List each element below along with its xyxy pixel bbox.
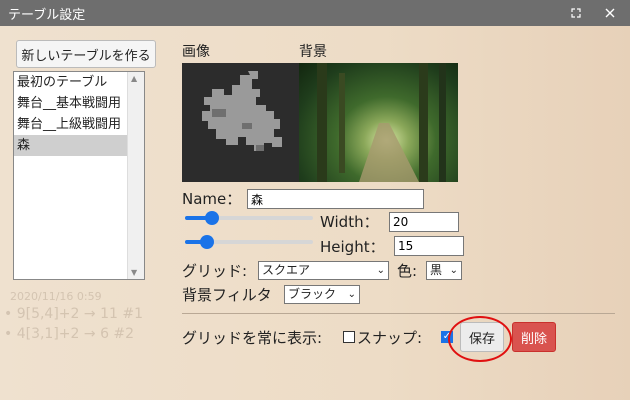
table-image-preview[interactable]	[182, 63, 299, 182]
width-slider[interactable]	[185, 211, 313, 225]
section-divider	[182, 313, 615, 314]
color-label: 色:	[397, 262, 418, 280]
width-input[interactable]	[389, 212, 459, 232]
height-input[interactable]	[394, 236, 464, 256]
close-icon[interactable]	[600, 3, 620, 23]
chevron-down-icon: ⌄	[347, 289, 356, 300]
image-label: 画像	[182, 44, 210, 60]
table-list-item[interactable]: 最初のテーブル	[14, 72, 144, 93]
bg-filter-label: 背景フィルタ	[182, 286, 272, 304]
window-title: テーブル設定	[8, 7, 86, 23]
log-line-2: • 4[3,1]+2 → 6 #2	[4, 326, 135, 342]
name-label: Name：	[182, 190, 242, 208]
chevron-down-icon: ⌄	[449, 265, 458, 276]
table-list-item[interactable]: 舞台__上級戦闘用	[14, 114, 144, 135]
color-select-value: 黒	[430, 263, 443, 277]
snap-label: スナップ:	[357, 329, 423, 347]
grid-select-value: スクエア	[262, 263, 311, 277]
background-image-preview[interactable]	[299, 63, 458, 182]
log-line-1: • 9[5,4]+2 → 11 #1	[4, 306, 143, 322]
scroll-down-icon[interactable]: ▼	[131, 268, 137, 277]
table-list-item-selected[interactable]: 森	[14, 135, 144, 156]
maximize-icon[interactable]	[566, 3, 586, 23]
color-select[interactable]: 黒 ⌄	[426, 261, 462, 280]
snap-checkbox[interactable]: ✓	[441, 331, 453, 343]
always-show-grid-checkbox[interactable]	[343, 331, 355, 343]
grid-select[interactable]: スクエア ⌄	[258, 261, 389, 280]
save-button[interactable]: 保存	[460, 322, 504, 352]
background-label: 背景	[299, 44, 327, 60]
height-label: Height：	[320, 238, 385, 256]
grid-label: グリッド:	[182, 262, 248, 280]
name-input[interactable]	[247, 189, 424, 209]
chevron-down-icon: ⌄	[376, 265, 385, 276]
table-list[interactable]: 最初のテーブル 舞台__基本戦闘用 舞台__上級戦闘用 森 ▲ ▼	[13, 71, 145, 280]
delete-button[interactable]: 削除	[512, 322, 556, 352]
title-bar: テーブル設定	[0, 0, 630, 26]
scroll-up-icon[interactable]: ▲	[131, 74, 137, 83]
width-label: Width：	[320, 213, 379, 231]
list-scrollbar[interactable]: ▲ ▼	[127, 72, 144, 279]
height-slider[interactable]	[185, 235, 313, 249]
bg-filter-select-value: ブラック	[288, 287, 337, 301]
table-list-item[interactable]: 舞台__基本戦闘用	[14, 93, 144, 114]
always-show-grid-label: グリッドを常に表示:	[182, 329, 323, 347]
log-date: 2020/11/16 0:59	[10, 290, 102, 303]
new-table-button[interactable]: 新しいテーブルを作る	[16, 40, 156, 68]
bg-filter-select[interactable]: ブラック ⌄	[284, 285, 360, 304]
